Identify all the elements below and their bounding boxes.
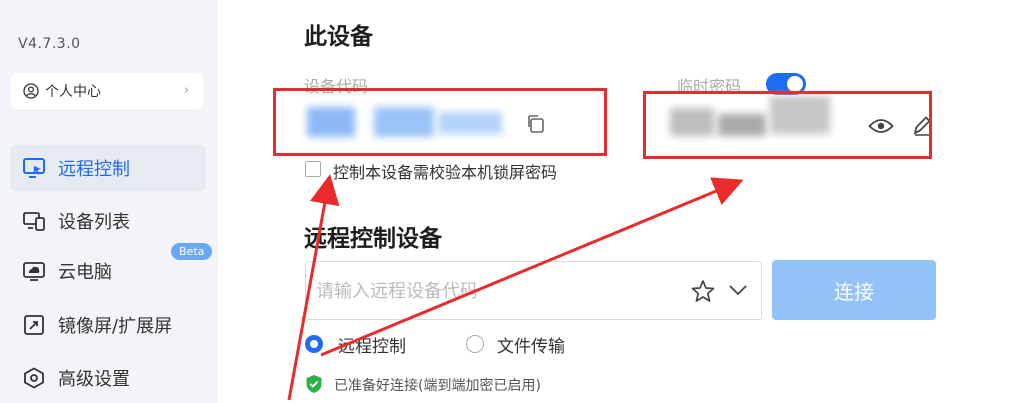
annotation-arrows [287,174,744,401]
annotation-arrow-temp-password [320,177,744,357]
annotation-arrow-device-code [287,174,340,401]
